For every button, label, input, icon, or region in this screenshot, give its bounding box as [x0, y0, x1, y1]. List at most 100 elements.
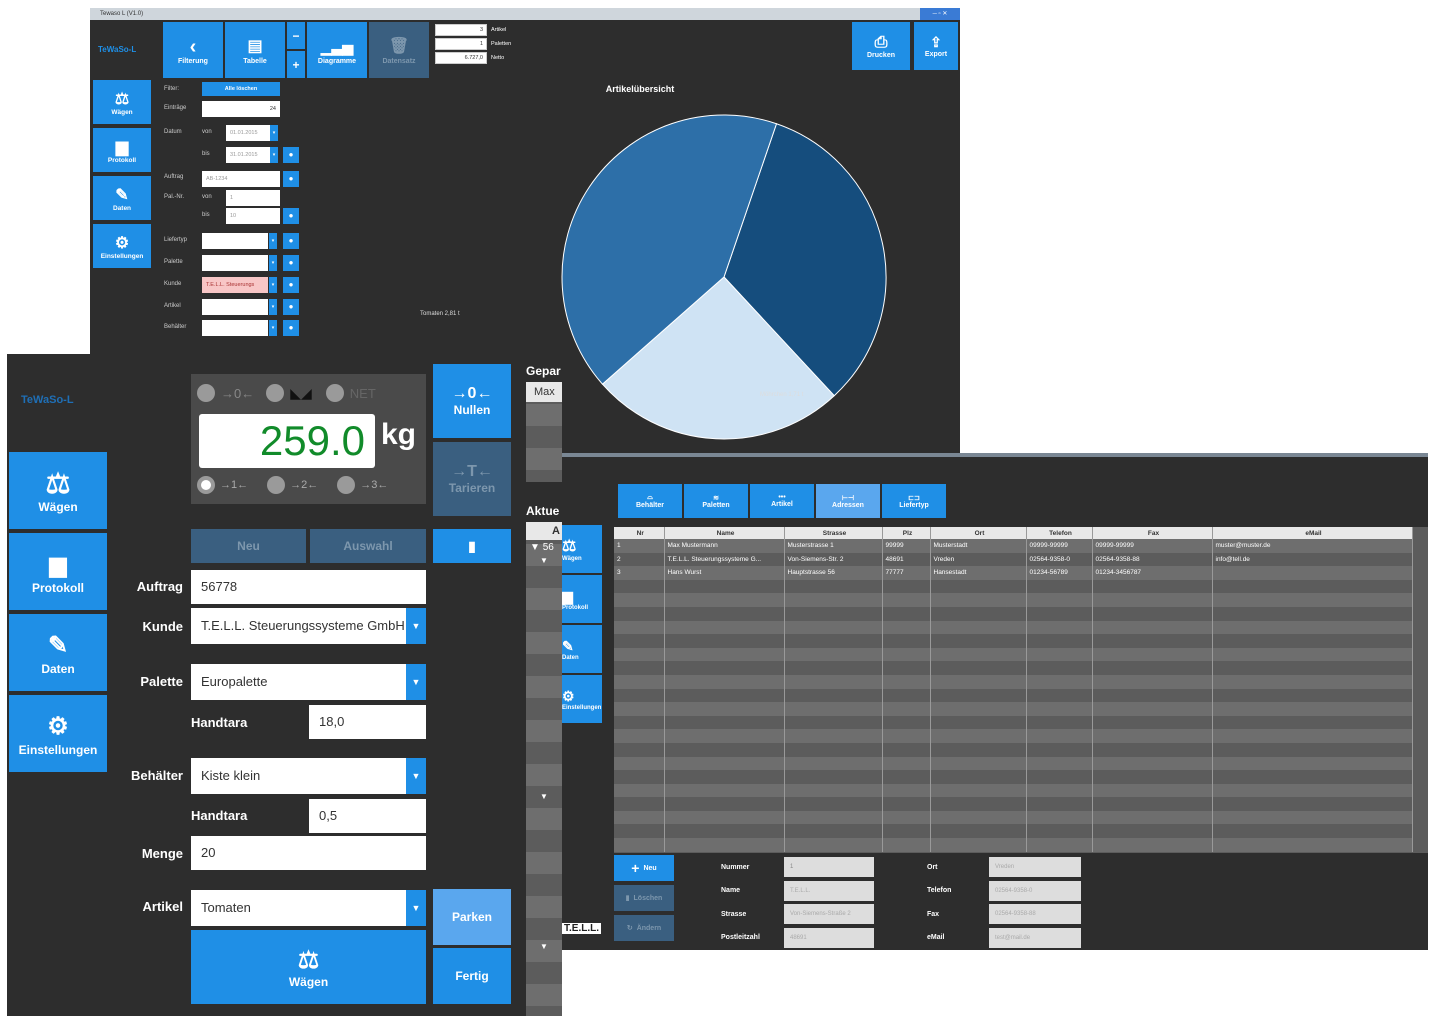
- window-controls[interactable]: ─ ▫ ✕: [920, 8, 960, 20]
- table-row[interactable]: [614, 770, 1413, 784]
- ort-field[interactable]: Vreden: [989, 857, 1081, 877]
- aktuell-item[interactable]: ▼ 56: [526, 540, 562, 556]
- fertig-button[interactable]: Fertig: [433, 948, 511, 1004]
- pie-slice-möhrchen[interactable]: [601, 276, 835, 440]
- palnr-bis-field[interactable]: 10: [226, 208, 280, 224]
- artikel-field[interactable]: [202, 299, 268, 315]
- table-row[interactable]: [614, 688, 1413, 703]
- clear-icon[interactable]: ●: [283, 233, 299, 249]
- table-row[interactable]: [614, 783, 1413, 798]
- tabelle-button[interactable]: ▤ Tabelle: [225, 22, 285, 78]
- palnr-von-field[interactable]: 1: [226, 190, 280, 206]
- auftrag-field[interactable]: 56778: [191, 570, 426, 604]
- pie-slice-kopfsalat[interactable]: [723, 123, 887, 397]
- nullen-button[interactable]: →0← Nullen: [433, 364, 511, 438]
- collapse-icon[interactable]: ▼: [526, 556, 562, 565]
- tab-adressen[interactable]: ⊢⊣ Adressen: [816, 484, 880, 518]
- sidebar-item-protokoll[interactable]: ▆ Protokoll: [93, 128, 151, 172]
- table-row[interactable]: 3 Hans Wurst Hauptstrasse 56 77777 Hansestad…: [614, 566, 1413, 580]
- telefon-field[interactable]: 02564-9358-0: [989, 881, 1081, 901]
- table-row[interactable]: [614, 579, 1413, 594]
- chevron-down-icon[interactable]: ▾: [270, 147, 278, 163]
- chevron-down-icon[interactable]: ▾: [269, 299, 277, 315]
- clear-icon[interactable]: ●: [283, 299, 299, 315]
- sidebar-item-protokoll[interactable]: ▆ Protokoll: [560, 575, 602, 623]
- table-row[interactable]: [614, 742, 1413, 757]
- tab-behaelter[interactable]: ⌓ Behälter: [618, 484, 682, 518]
- clear-icon[interactable]: ●: [283, 147, 299, 163]
- export-button[interactable]: ⇪ Export: [914, 22, 958, 70]
- name-field[interactable]: T.E.L.L.: [784, 881, 874, 901]
- table-row[interactable]: [614, 674, 1413, 689]
- tab-liefertyp[interactable]: ⊏⊐ Liefertyp: [882, 484, 946, 518]
- table-row[interactable]: [614, 715, 1413, 730]
- nummer-field[interactable]: 1: [784, 857, 874, 877]
- sidebar-item-waegen[interactable]: ⚖ Wägen: [9, 452, 107, 529]
- sidebar-item-waegen[interactable]: ⚖ Wägen: [93, 80, 151, 124]
- table-row[interactable]: [614, 810, 1413, 825]
- datum-von-field[interactable]: 01.01.2015: [226, 125, 270, 141]
- table-row[interactable]: [614, 838, 1413, 852]
- filterung-button[interactable]: ‹ Filterung: [163, 22, 223, 78]
- fax-field[interactable]: 02564-9358-88: [989, 904, 1081, 924]
- clear-icon[interactable]: ●: [283, 255, 299, 271]
- loeschen-button[interactable]: ▮ Löschen: [614, 885, 674, 911]
- column-header[interactable]: Nr: [614, 527, 665, 539]
- chevron-down-icon[interactable]: ▾: [269, 255, 277, 271]
- table-row[interactable]: [614, 634, 1413, 648]
- email-field[interactable]: test@mail.de: [989, 928, 1081, 948]
- drucken-button[interactable]: ⎙ Drucken: [852, 22, 910, 70]
- neu-button[interactable]: + Neu: [614, 855, 674, 881]
- table-row[interactable]: 2 T.E.L.L. Steuerungssysteme G... Von-Siem…: [614, 552, 1413, 567]
- table-row[interactable]: 1 Max Mustermann Musterstrasse 1 99999 Muste…: [614, 539, 1413, 553]
- table-row[interactable]: [614, 797, 1413, 811]
- tarieren-button[interactable]: →T← Tarieren: [433, 442, 511, 516]
- plz-field[interactable]: 48691: [784, 928, 874, 948]
- table-row[interactable]: [614, 647, 1413, 662]
- palette-select[interactable]: Europalette ▼: [191, 664, 426, 700]
- datum-bis-field[interactable]: 31.01.2015: [226, 147, 270, 163]
- aendern-button[interactable]: ↻ Ändern: [614, 915, 674, 941]
- clear-icon[interactable]: ●: [283, 320, 299, 336]
- table-row[interactable]: [614, 702, 1413, 716]
- eintraege-field[interactable]: 24: [202, 101, 280, 117]
- behaelter-field[interactable]: [202, 320, 268, 336]
- menge-field[interactable]: 20: [191, 836, 426, 870]
- clear-icon[interactable]: ●: [283, 208, 299, 224]
- column-header[interactable]: eMail: [1212, 527, 1413, 539]
- column-header[interactable]: Strasse: [784, 527, 883, 539]
- pie-slice-tomaten[interactable]: [561, 114, 778, 385]
- kunde-field[interactable]: T.E.L.L. Steuerungs: [202, 277, 268, 293]
- clear-icon[interactable]: ●: [283, 277, 299, 293]
- table-row[interactable]: [614, 606, 1413, 621]
- diagramme-button[interactable]: ▁▃▅ Diagramme: [307, 22, 367, 78]
- sidebar-item-einstellungen[interactable]: ⚙ Einstellungen: [93, 224, 151, 268]
- table-row[interactable]: [614, 824, 1413, 839]
- sidebar-item-waegen[interactable]: ⚖ Wägen: [560, 525, 602, 573]
- datensatz-delete-button[interactable]: 🗑 Datensatz: [369, 22, 429, 78]
- tab-artikel[interactable]: ••• Artikel: [750, 484, 814, 518]
- collapse-icon[interactable]: ▼: [526, 792, 548, 801]
- waegen-button[interactable]: ⚖ Wägen: [191, 930, 426, 1004]
- chevron-down-icon[interactable]: ▾: [269, 277, 277, 293]
- sidebar-item-einstellungen[interactable]: ⚙ Einstellungen: [9, 695, 107, 772]
- liefertyp-field[interactable]: [202, 233, 268, 249]
- table-row[interactable]: [614, 729, 1413, 743]
- auftrag-field[interactable]: AB-1234: [202, 171, 280, 187]
- delete-button[interactable]: ▮: [433, 529, 511, 563]
- handtara-behaelter-field[interactable]: 0,5: [309, 799, 426, 833]
- column-header[interactable]: Fax: [1092, 527, 1213, 539]
- table-row[interactable]: [614, 756, 1413, 771]
- sidebar-item-daten[interactable]: ✎ Daten: [560, 625, 602, 673]
- column-header[interactable]: Ort: [930, 527, 1027, 539]
- chevron-down-icon[interactable]: ▾: [269, 320, 277, 336]
- handtara-palette-field[interactable]: 18,0: [309, 705, 426, 739]
- clear-icon[interactable]: ●: [283, 171, 299, 187]
- palette-field[interactable]: [202, 255, 268, 271]
- column-header[interactable]: Telefon: [1026, 527, 1093, 539]
- table-row[interactable]: [614, 661, 1413, 675]
- alle-loeschen-button[interactable]: Alle löschen: [202, 82, 280, 96]
- sidebar-item-einstellungen[interactable]: ⚙ Einstellungen: [560, 675, 602, 723]
- auswahl-button[interactable]: Auswahl: [310, 529, 426, 563]
- sidebar-item-daten[interactable]: ✎ Daten: [9, 614, 107, 691]
